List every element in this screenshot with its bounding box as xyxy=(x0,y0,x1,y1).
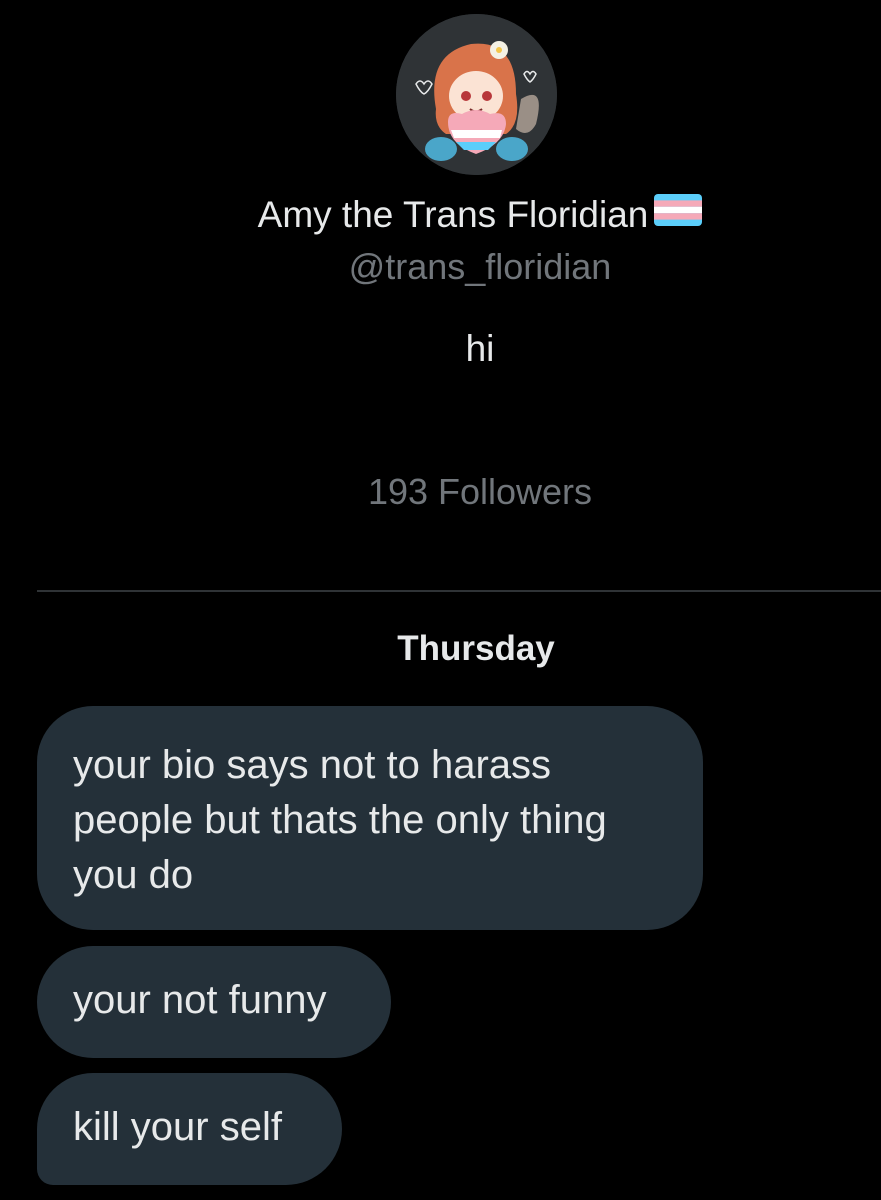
date-separator: Thursday xyxy=(397,629,555,668)
message-bubble[interactable]: your not funny xyxy=(37,946,391,1058)
message-bubble[interactable]: your bio says not to harass people but t… xyxy=(37,706,703,930)
profile-bio: hi xyxy=(465,328,495,369)
display-name-row: Amy the Trans Floridian xyxy=(0,193,881,239)
display-name: Amy the Trans Floridian xyxy=(257,194,649,235)
user-handle[interactable]: @trans_floridian xyxy=(0,245,881,289)
trans-flag-icon xyxy=(654,192,703,236)
avatar-illustration-icon xyxy=(396,14,557,175)
message-text: kill your self xyxy=(73,1105,282,1149)
followers-count[interactable]: 193 Followers xyxy=(0,470,881,514)
message-text: your bio says not to harass people but t… xyxy=(73,743,607,897)
message-text: your not funny xyxy=(73,978,327,1022)
message-bubble[interactable]: kill your self xyxy=(37,1073,342,1185)
divider xyxy=(37,590,881,592)
avatar[interactable] xyxy=(396,14,557,175)
